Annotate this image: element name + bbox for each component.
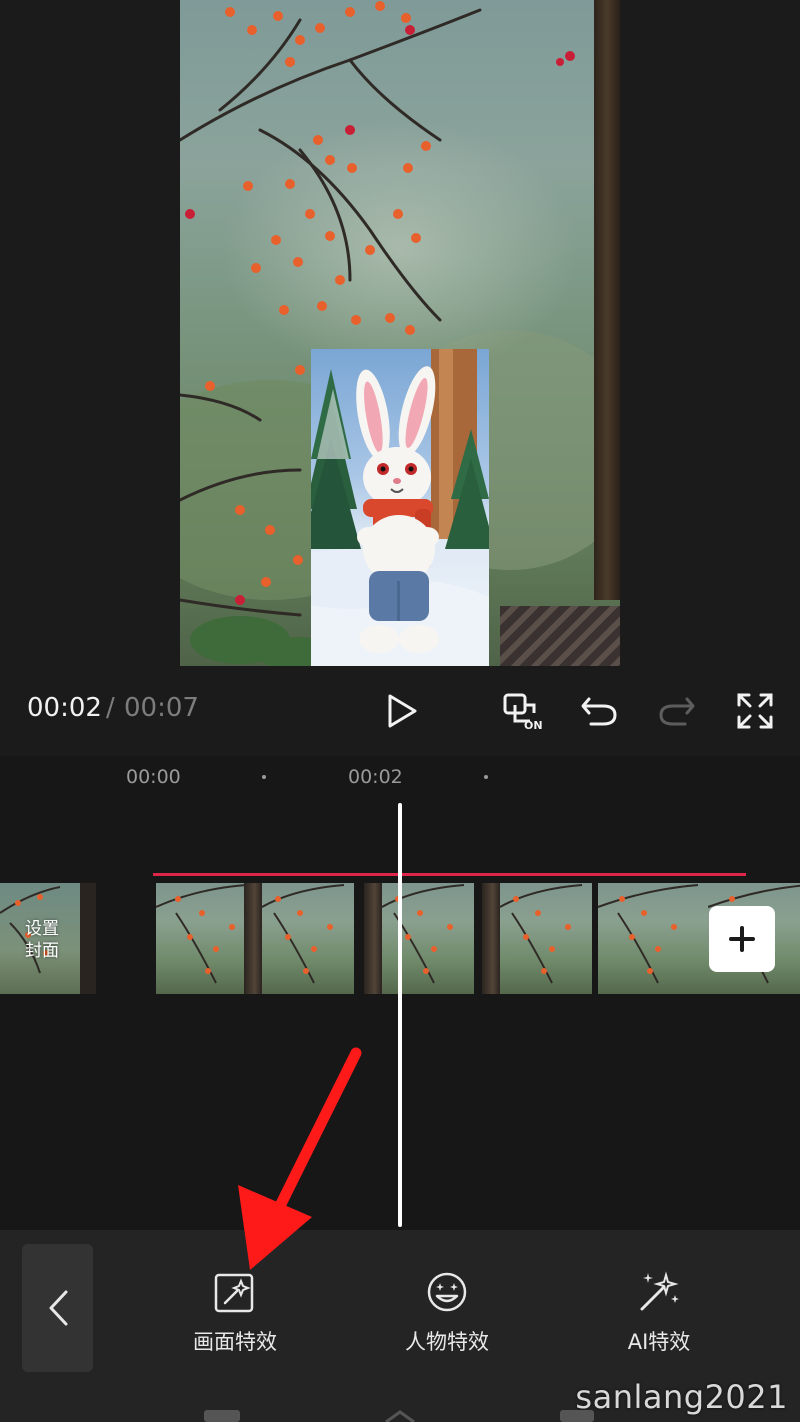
clip-frame — [364, 883, 474, 994]
watermark: sanlang2021 — [575, 1378, 788, 1416]
loop-toggle-button[interactable]: ON — [499, 687, 547, 735]
undo-icon — [581, 697, 617, 726]
toolbar-item-label: 人物特效 — [405, 1330, 489, 1354]
ai-magic-wand-icon — [640, 1271, 679, 1311]
clip-frame — [598, 883, 708, 994]
timeline-tick-dot — [262, 775, 266, 779]
timeline-tick-dot — [484, 775, 488, 779]
audio-track-line[interactable] — [153, 873, 746, 876]
nav-back-hint[interactable] — [560, 1410, 594, 1422]
redo-button[interactable] — [653, 687, 701, 735]
loop-on-icon: ON — [503, 693, 543, 731]
cover-label: 封面 — [25, 941, 59, 961]
add-clip-button[interactable] — [709, 906, 775, 972]
overlay-clip-rabbit[interactable] — [311, 349, 489, 666]
current-time: 00:02 — [27, 693, 102, 723]
plus-icon — [729, 926, 755, 952]
play-icon — [388, 694, 417, 728]
timeline-tick: 00:02 — [348, 766, 403, 788]
fullscreen-button[interactable] — [731, 687, 779, 735]
clip-frame — [482, 883, 592, 994]
rabbit-illustration — [311, 349, 489, 666]
toolbar-item-label: 画面特效 — [193, 1330, 277, 1354]
annotation-arrow — [238, 1047, 362, 1270]
undo-button[interactable] — [575, 687, 623, 735]
back-button[interactable] — [22, 1244, 93, 1372]
ai-effect-button[interactable]: AI特效 — [584, 1268, 734, 1356]
chevron-left-icon — [49, 1290, 67, 1326]
cover-label: 设置 — [25, 919, 59, 939]
redo-icon — [659, 697, 695, 726]
nav-home-icon[interactable] — [384, 1410, 416, 1422]
total-duration: 00:07 — [124, 693, 199, 723]
nav-menu-hint[interactable] — [204, 1410, 240, 1422]
fullscreen-icon — [737, 693, 773, 729]
clip-frame — [244, 883, 354, 994]
timeline-tick: 00:00 — [126, 766, 181, 788]
loop-badge: ON — [524, 719, 543, 731]
time-separator: / — [106, 693, 115, 723]
play-button[interactable] — [377, 687, 425, 735]
main-video-track[interactable] — [156, 883, 800, 994]
scene-effect-button[interactable]: 画面特效 — [160, 1268, 310, 1356]
face-effect-icon — [427, 1272, 467, 1312]
playhead[interactable] — [398, 803, 402, 1227]
toolbar-item-label: AI特效 — [627, 1330, 691, 1354]
face-effect-button[interactable]: 人物特效 — [372, 1268, 522, 1356]
